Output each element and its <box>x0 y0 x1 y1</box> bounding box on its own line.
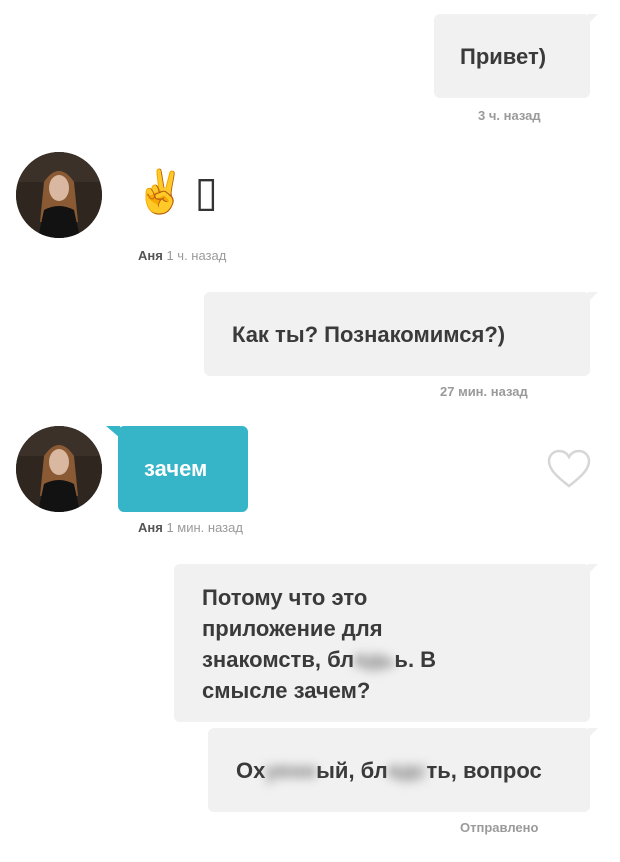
avatar[interactable] <box>16 426 102 512</box>
message-text: зачем <box>144 456 208 481</box>
censored-text: ядс <box>387 758 427 783</box>
message-timestamp: 1 мин. назад <box>166 520 243 535</box>
victory-hand-icon: ✌️ <box>134 168 187 215</box>
incoming-message-bubble[interactable]: зачем <box>106 426 248 512</box>
outgoing-message-bubble[interactable]: Привет) <box>434 14 598 98</box>
message-timestamp: 3 ч. назад <box>478 108 541 123</box>
censored-text: уенн <box>265 758 317 783</box>
censored-text: ядь <box>354 647 395 672</box>
message-text: Охуенный, блядсть, вопрос <box>236 758 542 783</box>
user-photo <box>16 426 102 512</box>
outgoing-message-bubble[interactable]: Потому что это приложение для знакомств,… <box>174 564 598 722</box>
user-photo <box>16 152 102 238</box>
message-text: Как ты? Познакомимся?) <box>232 322 506 347</box>
emoji-message[interactable]: ✌️ ▯ <box>134 162 218 222</box>
avatar[interactable] <box>16 152 102 238</box>
outgoing-message-bubble[interactable]: Охуенный, блядсть, вопрос <box>208 728 598 812</box>
message-meta: Аня 1 ч. назад <box>138 248 226 263</box>
author-name[interactable]: Аня <box>138 248 163 263</box>
missing-glyph-icon: ▯ <box>194 168 218 215</box>
message-text: Привет) <box>460 44 547 69</box>
outgoing-message-bubble[interactable]: Как ты? Познакомимся?) <box>204 292 598 376</box>
message-timestamp: 1 ч. назад <box>166 248 227 263</box>
author-name[interactable]: Аня <box>138 520 163 535</box>
heart-outline-icon[interactable] <box>546 448 592 490</box>
message-meta: Аня 1 мин. назад <box>138 520 243 535</box>
message-text: Потому что это приложение для знакомств,… <box>202 585 437 703</box>
message-timestamp: 27 мин. назад <box>440 384 528 399</box>
delivery-status: Отправлено <box>460 820 539 835</box>
